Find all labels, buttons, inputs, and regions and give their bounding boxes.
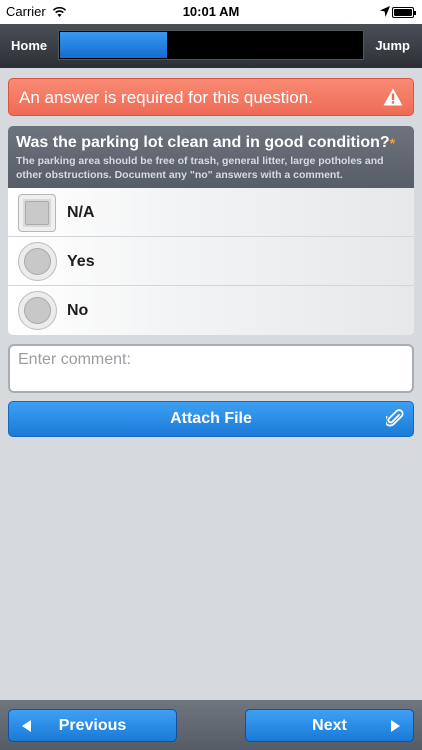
warning-icon xyxy=(383,88,403,106)
option-label: N/A xyxy=(67,204,95,221)
right-arrow-icon xyxy=(391,720,400,732)
home-button[interactable]: Home xyxy=(11,24,47,68)
option-no[interactable]: No xyxy=(8,286,414,335)
question-header: Was the parking lot clean and in good co… xyxy=(8,126,414,188)
jump-button[interactable]: Jump xyxy=(375,24,410,68)
previous-label: Previous xyxy=(58,717,127,734)
option-label: Yes xyxy=(67,253,95,270)
next-button[interactable]: Next xyxy=(245,709,414,742)
required-marker: * xyxy=(389,135,396,151)
attach-file-button[interactable]: Attach File xyxy=(8,401,414,437)
bottom-toolbar: Previous Next xyxy=(0,700,422,750)
error-banner: An answer is required for this question. xyxy=(8,78,414,116)
attach-file-label: Attach File xyxy=(170,410,252,427)
location-arrow-icon xyxy=(380,6,390,17)
left-arrow-icon xyxy=(22,720,31,732)
question-text: Was the parking lot clean and in good co… xyxy=(16,134,390,151)
progress-bar xyxy=(58,30,364,60)
option-na[interactable]: N/A xyxy=(8,188,414,237)
navigation-bar: Home Jump xyxy=(0,24,422,68)
next-label: Next xyxy=(312,717,347,734)
clock: 10:01 AM xyxy=(182,4,240,19)
no-radio[interactable] xyxy=(18,291,57,330)
previous-button[interactable]: Previous xyxy=(8,709,177,742)
error-message: An answer is required for this question. xyxy=(19,88,313,107)
status-bar: Carrier 10:01 AM xyxy=(0,0,422,24)
battery-icon xyxy=(392,7,416,18)
comment-field[interactable] xyxy=(8,344,414,393)
question-title: Was the parking lot clean and in good co… xyxy=(16,133,406,153)
progress-fill xyxy=(60,32,168,58)
answer-options: N/A Yes No xyxy=(8,188,414,335)
question-description: The parking area should be free of trash… xyxy=(16,155,384,181)
option-label: No xyxy=(67,302,89,319)
yes-radio[interactable] xyxy=(18,242,57,281)
option-yes[interactable]: Yes xyxy=(8,237,414,286)
paperclip-icon xyxy=(386,409,404,427)
na-checkbox[interactable] xyxy=(18,194,56,232)
